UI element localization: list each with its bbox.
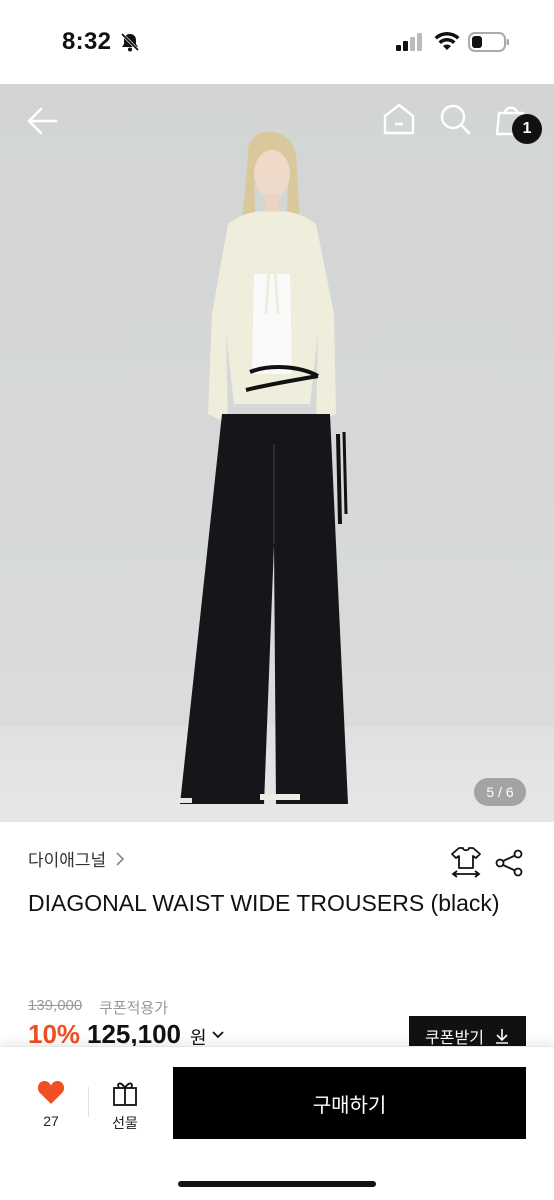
divider: [88, 1087, 89, 1117]
share-icon[interactable]: [494, 848, 524, 878]
cellular-signal-icon: [396, 33, 422, 51]
search-icon[interactable]: [438, 102, 472, 136]
brand-link[interactable]: 다이애그널: [28, 846, 126, 871]
cart-count-badge: 1: [512, 114, 542, 144]
heart-icon: [37, 1081, 65, 1104]
battery-icon: [468, 32, 509, 52]
status-time: 8:32: [62, 28, 112, 55]
product-title: DIAGONAL WAIST WIDE TROUSERS (black): [28, 890, 500, 916]
chevron-right-icon: [116, 851, 125, 866]
gift-label: 선물: [112, 1115, 138, 1131]
wifi-icon: [434, 31, 460, 50]
gift-button[interactable]: 선물: [104, 1079, 146, 1135]
coupon-applied-label: 쿠폰적용가: [99, 1000, 169, 1017]
like-count: 27: [43, 1113, 59, 1129]
home-indicator: [178, 1181, 376, 1187]
product-image-carousel[interactable]: 5 / 6: [0, 84, 554, 822]
image-counter: 5 / 6: [474, 778, 526, 806]
bottom-action-bar: 27 선물 구매하기: [0, 1046, 554, 1200]
bell-mute-icon: [120, 32, 140, 52]
back-arrow-icon[interactable]: [26, 104, 60, 138]
gift-icon: [113, 1082, 137, 1106]
download-icon: [495, 1029, 508, 1044]
original-price: 139,000: [28, 997, 83, 1014]
brand-name: 다이애그널: [28, 851, 107, 870]
buy-button[interactable]: 구매하기: [173, 1067, 526, 1139]
home-icon[interactable]: [382, 102, 416, 136]
status-bar: 8:32: [0, 0, 554, 84]
chevron-down-icon[interactable]: [211, 1030, 225, 1040]
like-button[interactable]: 27: [28, 1079, 74, 1135]
get-coupon-label: 쿠폰받기: [425, 1030, 484, 1047]
size-fit-icon[interactable]: [450, 845, 482, 879]
product-model-photo: [176, 131, 348, 804]
